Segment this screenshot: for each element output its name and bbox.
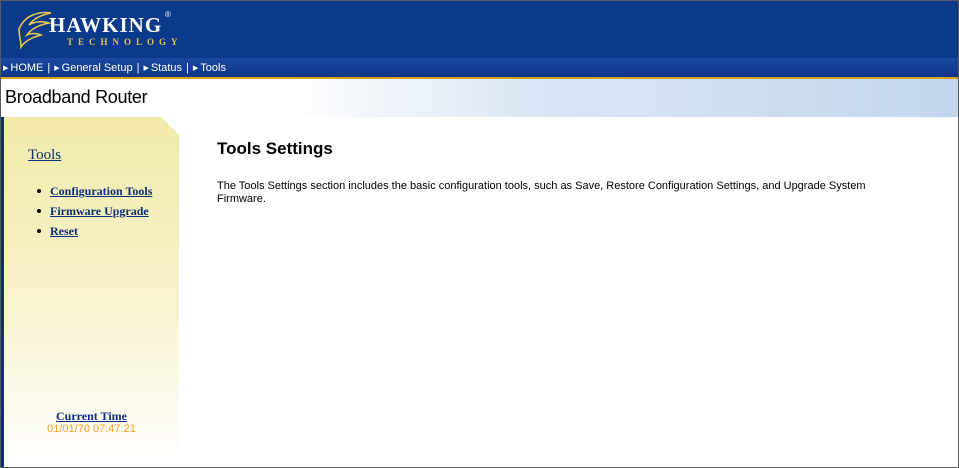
nav-general-setup-link[interactable]: ▶ General Setup bbox=[54, 62, 132, 74]
arrow-right-icon: ▶ bbox=[192, 64, 199, 72]
nav-home-label: HOME bbox=[10, 61, 44, 74]
sidebar-item-reset: Reset bbox=[34, 223, 154, 239]
hawking-logo: HAWKING ® TECHNOLOGY bbox=[15, 7, 178, 51]
nav-separator: | bbox=[47, 61, 51, 74]
sidebar-link-reset[interactable]: Reset bbox=[50, 224, 78, 238]
current-time-value: 01/01/70 07:47:21 bbox=[47, 423, 136, 435]
sidebar-item-firmware-upgrade: Firmware Upgrade bbox=[34, 203, 154, 219]
page-title: Tools Settings bbox=[217, 139, 333, 158]
bullet-icon bbox=[37, 209, 41, 213]
arrow-right-icon: ▶ bbox=[54, 64, 60, 72]
nav-tools-link[interactable]: ▶ Tools bbox=[193, 62, 226, 74]
nav-general-setup-label: General Setup bbox=[61, 61, 133, 74]
page-description: The Tools Settings section includes the … bbox=[217, 180, 866, 205]
logo-registered-mark: ® bbox=[165, 10, 171, 19]
nav-separator: | bbox=[186, 61, 189, 74]
sidebar-link-firmware-upgrade[interactable]: Firmware Upgrade bbox=[50, 204, 149, 218]
sidebar-title-tools[interactable]: Tools bbox=[28, 147, 61, 164]
nav-tools-label: Tools bbox=[200, 61, 226, 74]
product-title: Broadband Router bbox=[5, 87, 148, 107]
bullet-icon bbox=[37, 189, 41, 193]
product-title-band: Broadband Router bbox=[1, 79, 958, 117]
header-banner: HAWKING ® TECHNOLOGY bbox=[1, 1, 958, 58]
current-time-label[interactable]: Current Time bbox=[4, 409, 179, 424]
logo-subtitle: TECHNOLOGY bbox=[67, 37, 183, 47]
sidebar-corner-notch bbox=[161, 117, 179, 135]
bullet-icon bbox=[37, 229, 41, 233]
nav-separator: | bbox=[136, 61, 140, 74]
nav-status-label: Status bbox=[150, 61, 183, 74]
sidebar: Tools Configuration Tools Firmware Upgra… bbox=[1, 117, 179, 467]
sidebar-item-configuration-tools: Configuration Tools bbox=[34, 183, 154, 199]
sidebar-menu: Configuration Tools Firmware Upgrade Res… bbox=[34, 183, 154, 243]
main-content: Tools Settings The Tools Settings sectio… bbox=[179, 117, 958, 467]
nav-home-link[interactable]: ▶ HOME bbox=[3, 62, 43, 74]
nav-status-link[interactable]: ▶ Status bbox=[143, 62, 182, 74]
logo-wordmark: HAWKING bbox=[49, 13, 163, 37]
arrow-right-icon: ▶ bbox=[143, 64, 149, 72]
sidebar-link-configuration-tools[interactable]: Configuration Tools bbox=[50, 184, 152, 198]
arrow-right-icon: ▶ bbox=[3, 64, 9, 72]
browser-page: HAWKING ® TECHNOLOGY ▶ HOME | ▶ General … bbox=[0, 0, 959, 468]
top-navigation: ▶ HOME | ▶ General Setup | ▶ Status | ▶ … bbox=[1, 58, 958, 79]
